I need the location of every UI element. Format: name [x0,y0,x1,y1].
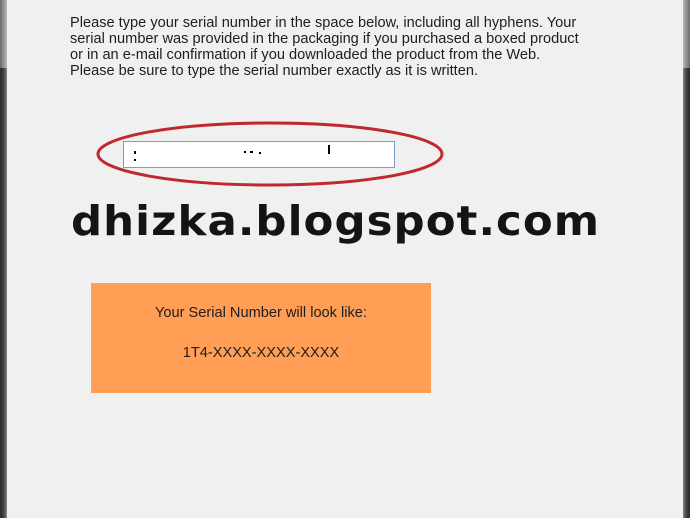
window-frame-right-top [683,0,690,68]
window-frame-left [0,0,7,518]
instructions-line-4: Please be sure to type the serial number… [70,63,479,79]
serial-example-box: Your Serial Number will look like: 1T4-X… [91,283,431,393]
instructions-line-2: serial number was provided in the packag… [70,31,579,47]
instructions-line-1: Please type your serial number in the sp… [70,15,577,31]
example-serial-format: 1T4-XXXX-XXXX-XXXX [182,345,340,361]
window-frame-right [683,0,690,518]
serial-number-input[interactable] [123,141,395,168]
example-title: Your Serial Number will look like: [155,305,367,321]
dialog-content: Please type your serial number in the sp… [7,0,683,518]
instructions-line-3: or in an e-mail confirmation if you down… [70,47,541,63]
watermark-text: dhizka.blogspot.com [71,197,601,245]
window-frame-left-top [0,0,7,68]
serial-instructions: Please type your serial number in the sp… [70,15,660,79]
